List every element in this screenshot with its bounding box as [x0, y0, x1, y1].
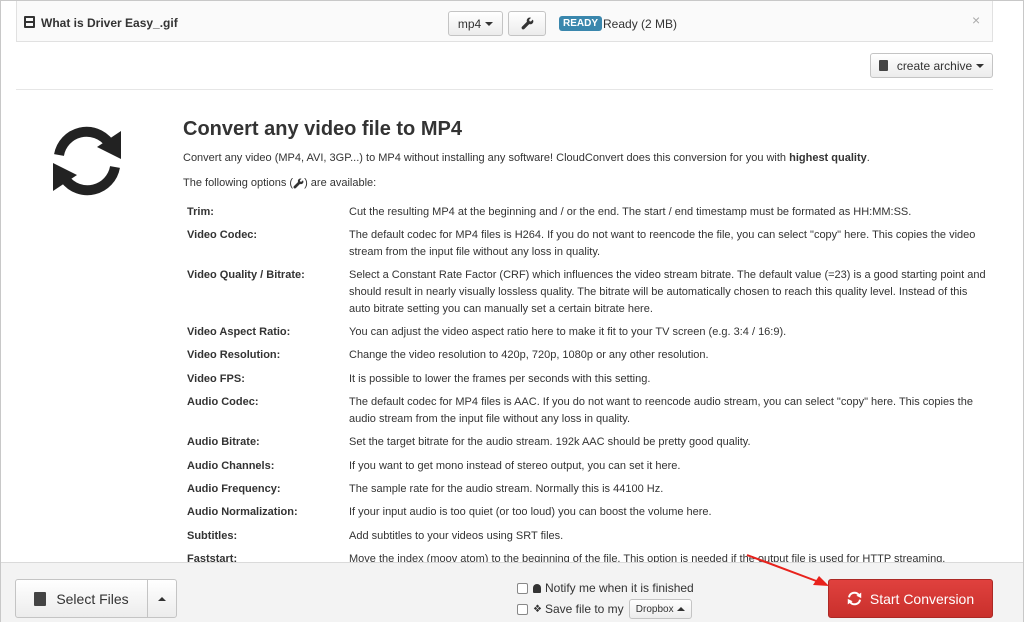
refresh-icon	[53, 126, 121, 196]
select-files-dropdown[interactable]	[147, 579, 177, 618]
dropbox-icon: ❖	[533, 603, 542, 615]
option-desc: Change the video resolution to 420p, 720…	[349, 349, 709, 361]
option-label: Subtitles:	[187, 530, 238, 542]
option-label: Video Quality / Bitrate:	[187, 269, 305, 281]
intro-bold: highest quality	[789, 152, 867, 164]
film-icon	[24, 16, 35, 28]
options-intro: The following options ( ) are available:	[183, 177, 376, 189]
start-conversion-button[interactable]: Start Conversion	[828, 579, 993, 618]
option-label: Video Aspect Ratio:	[187, 326, 291, 338]
option-desc: If you want to get mono instead of stere…	[349, 460, 681, 472]
wrench-icon	[521, 17, 533, 30]
option-desc: You can adjust the video aspect ratio he…	[349, 326, 787, 338]
option-desc: The default codec for MP4 files is AAC. …	[349, 396, 973, 425]
chevron-up-icon	[676, 607, 685, 611]
dropbox-dropdown[interactable]: Dropbox	[628, 599, 692, 619]
option-label: Trim:	[187, 206, 214, 218]
option-label: Video Resolution:	[187, 349, 281, 361]
save-file-checkbox[interactable]	[517, 603, 528, 615]
select-files-label: Select Files	[56, 590, 129, 607]
file-name: What is Driver Easy_.gif	[41, 16, 178, 30]
option-label: Audio Bitrate:	[187, 436, 260, 448]
chevron-down-icon	[976, 63, 985, 68]
wrench-icon	[293, 178, 304, 189]
create-archive-label: create archive	[896, 58, 973, 73]
file-row: What is Driver Easy_.gif mp4 READY Ready…	[16, 1, 993, 42]
save-file-label: Save file to my	[544, 602, 624, 616]
option-label: Audio Codec:	[187, 396, 259, 408]
option-desc: The default codec for MP4 files is H264.…	[349, 229, 976, 258]
annotation-arrow-icon	[746, 554, 829, 586]
status-text: Ready (2 MB)	[603, 17, 678, 31]
select-files-button[interactable]: Select Files	[15, 579, 148, 618]
bottom-bar: Select Files Notify me when it is finish…	[1, 562, 1023, 622]
option-label: Video FPS:	[187, 373, 245, 385]
notify-checkbox[interactable]	[517, 582, 528, 594]
divider	[16, 89, 993, 90]
file-upload-icon	[34, 591, 47, 606]
options-intro-prefix: The following options (	[183, 177, 294, 189]
converter-window: What is Driver Easy_.gif mp4 READY Ready…	[0, 0, 1024, 622]
notify-option: Notify me when it is finished	[517, 581, 694, 595]
option-desc: Add subtitles to your videos using SRT f…	[349, 530, 564, 542]
refresh-icon	[847, 591, 862, 606]
bell-icon	[533, 583, 541, 593]
option-label: Audio Normalization:	[187, 506, 298, 518]
option-label: Audio Channels:	[187, 460, 275, 472]
intro-text: Convert any video (MP4, AVI, 3GP...) to …	[183, 152, 870, 164]
option-desc: It is possible to lower the frames per s…	[349, 373, 651, 385]
page-title: Convert any video file to MP4	[183, 118, 462, 140]
output-format-dropdown[interactable]: mp4	[448, 11, 503, 36]
option-desc: The sample rate for the audio stream. No…	[349, 483, 664, 495]
save-file-option: ❖ Save file to my Dropbox	[517, 599, 692, 619]
options-button[interactable]	[508, 11, 546, 36]
notify-label: Notify me when it is finished	[545, 581, 694, 595]
options-intro-suffix: ) are available:	[304, 177, 377, 189]
output-format-label: mp4	[457, 16, 482, 31]
chevron-down-icon	[485, 21, 494, 26]
option-label: Video Codec:	[187, 229, 258, 241]
start-conversion-label: Start Conversion	[869, 590, 975, 607]
close-icon[interactable]: ×	[972, 12, 980, 28]
option-desc: Cut the resulting MP4 at the beginning a…	[349, 206, 912, 218]
option-label: Audio Frequency:	[187, 483, 281, 495]
create-archive-button[interactable]: create archive	[870, 53, 993, 78]
intro-suffix: .	[866, 152, 870, 164]
dropbox-label: Dropbox	[635, 603, 674, 615]
intro-prefix: Convert any video (MP4, AVI, 3GP...) to …	[183, 152, 790, 164]
option-desc: Set the target bitrate for the audio str…	[349, 436, 751, 448]
status-badge: READY	[559, 16, 603, 31]
chevron-up-icon	[158, 596, 166, 601]
option-desc: Select a Constant Rate Factor (CRF) whic…	[349, 269, 986, 315]
option-desc: If your input audio is too quiet (or too…	[349, 506, 712, 518]
archive-icon	[878, 60, 888, 71]
